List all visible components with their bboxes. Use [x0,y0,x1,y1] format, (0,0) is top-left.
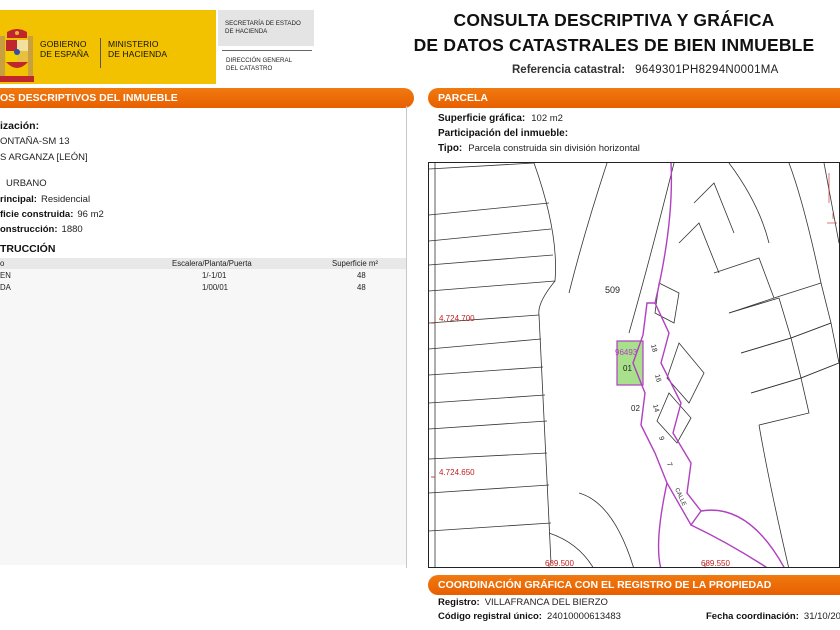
map-coord-y1: 4.724.700 [439,314,475,323]
col-surface: Superficie m² [332,259,378,268]
secretariat-block: SECRETARÍA DE ESTADO DE HACIENDA [218,10,314,46]
parcel-type-label: Tipo: [438,143,463,154]
cadastral-reference-label: Referencia catastral: [512,64,626,76]
graphic-surface-value: 102 m2 [531,113,563,124]
built-area-label: ficie construida: [0,209,74,220]
construction-table-body [0,269,406,565]
construction-year-label: onstrucción: [0,224,58,235]
main-use-value: Residencial [40,194,91,205]
built-area: ficie construida: 96 m2 [0,209,104,220]
map-label-9: 9 [657,436,665,442]
cadastral-map-drawing: 509 4.724.700 4.724.650 689.500 689.550 … [429,163,839,568]
participation: Participación del inmueble: [438,128,568,139]
graphic-surface-label: Superficie gráfica: [438,113,526,124]
map-label-02: 02 [631,404,640,413]
registry-code-label: Código registral único: [438,611,542,622]
gov-line1: GOBIERNO [40,39,87,49]
map-label-01: 01 [623,364,632,373]
participation-label: Participación del inmueble: [438,128,569,139]
ministry-line1: MINISTERIO [108,39,159,49]
address-line1: ONTAÑA-SM 13 [0,136,70,147]
table-cell: DA [0,283,11,292]
registry-coordination-header: COORDINACIÓN GRÁFICA CON EL REGISTRO DE … [428,575,840,595]
main-use: rincipal: Residencial [0,194,90,205]
coordination-date-label: Fecha coordinación: [706,611,799,622]
parcel-header: PARCELA [428,88,840,108]
descriptive-data-header: OS DESCRIPTIVOS DEL INMUEBLE [0,88,414,108]
map-label-509: 509 [605,285,620,295]
coat-of-arms-icon [0,29,34,82]
registry-label: Registro: [438,597,480,608]
construction-label: TRUCCIÓN [0,243,56,255]
construction-year: onstrucción: 1880 [0,224,83,235]
built-area-value: 96 m2 [77,209,104,220]
registry-code: Código registral único: 24010000613483 [438,611,621,622]
directorate-line2: DEL CATASTRO [226,65,273,72]
col-use: o [0,259,5,268]
coordination-date: Fecha coordinación: 31/10/20 [706,611,840,622]
left-panel-border [406,106,407,568]
gov-divider [100,38,101,68]
directorate-line1: DIRECCIÓN GENERAL [226,57,293,64]
table-cell: 48 [357,271,366,280]
registry-value: VILLAFRANCA DEL BIERZO [484,597,608,608]
directorate-divider [222,50,312,51]
address-line2: S ARGANZA [LEÓN] [0,152,88,163]
coordination-date-value: 31/10/20 [803,611,840,622]
map-label-16: 16 [653,374,662,383]
ministry-line2: DE HACIENDA [108,49,168,59]
map-label-18: 18 [649,344,658,353]
table-row: EN 1/-1/01 48 [0,270,406,280]
cadastral-reference-value: 9649301PH8294N0001MA [635,64,779,76]
gov-line2: DE ESPAÑA [40,49,89,59]
map-coord-y2: 4.724.650 [439,468,475,477]
graphic-surface: Superficie gráfica: 102 m2 [438,113,563,124]
table-cell: 48 [357,283,366,292]
registry: Registro: VILLAFRANCA DEL BIERZO [438,597,608,608]
cadastral-reference: Referencia catastral: 9649301PH8294N0001M… [512,64,779,76]
map-label-14: 14 [651,404,660,413]
registry-code-value: 24010000613483 [546,611,621,622]
property-class: URBANO [6,178,47,189]
table-cell: EN [0,271,11,280]
table-row: DA 1/00/01 48 [0,282,406,292]
map-parcel-ref: 96493 [615,348,638,357]
page-title-line2: DE DATOS CATASTRALES DE BIEN INMUEBLE [413,35,815,55]
construction-year-value: 1880 [61,224,83,235]
page-title-line1: CONSULTA DESCRIPTIVA Y GRÁFICA [453,10,775,30]
map-label-7: 7 [665,462,673,468]
parcel-type: Tipo: Parcela construida sin división hor… [438,143,640,154]
construction-table-header: o Escalera/Planta/Puerta Superficie m² [0,258,406,269]
cadastral-map[interactable]: 509 4.724.700 4.724.650 689.500 689.550 … [428,162,840,568]
government-logo-block: GOBIERNO DE ESPAÑA MINISTERIO DE HACIEND… [0,10,216,84]
secretariat-line1: SECRETARÍA DE ESTADO [225,20,301,27]
parcel-type-value: Parcela construida sin división horizont… [468,143,640,154]
col-stair-floor-door: Escalera/Planta/Puerta [172,259,252,268]
table-cell: 1/00/01 [202,283,229,292]
table-cell: 1/-1/01 [202,271,227,280]
map-coord-x2: 689.550 [701,559,730,568]
main-use-label: rincipal: [0,194,37,205]
map-coord-x1: 689.500 [545,559,574,568]
secretariat-line2: DE HACIENDA [225,28,268,35]
location-label: ización: [0,120,40,132]
